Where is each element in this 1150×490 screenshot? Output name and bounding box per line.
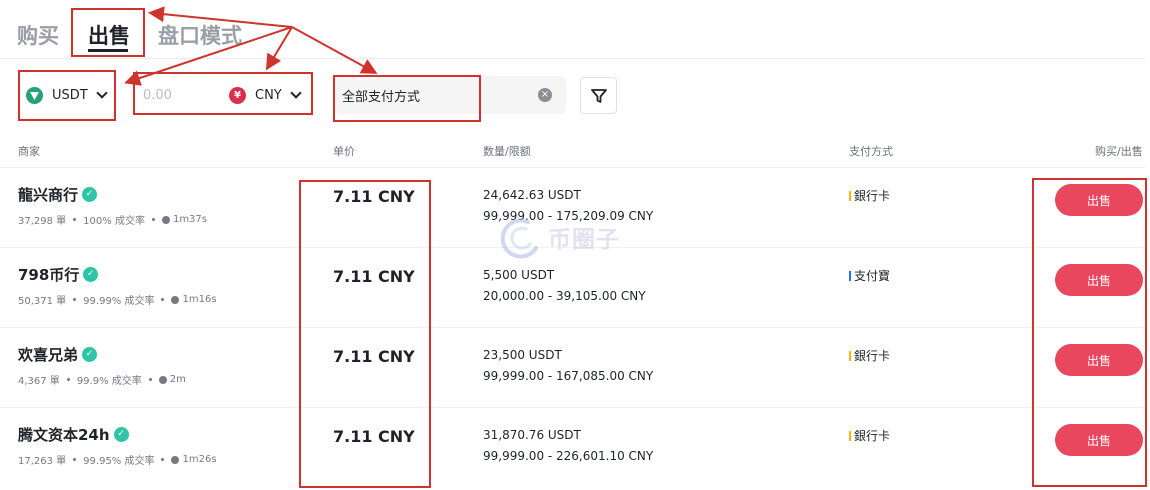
annotation-arrows [124,6,378,86]
